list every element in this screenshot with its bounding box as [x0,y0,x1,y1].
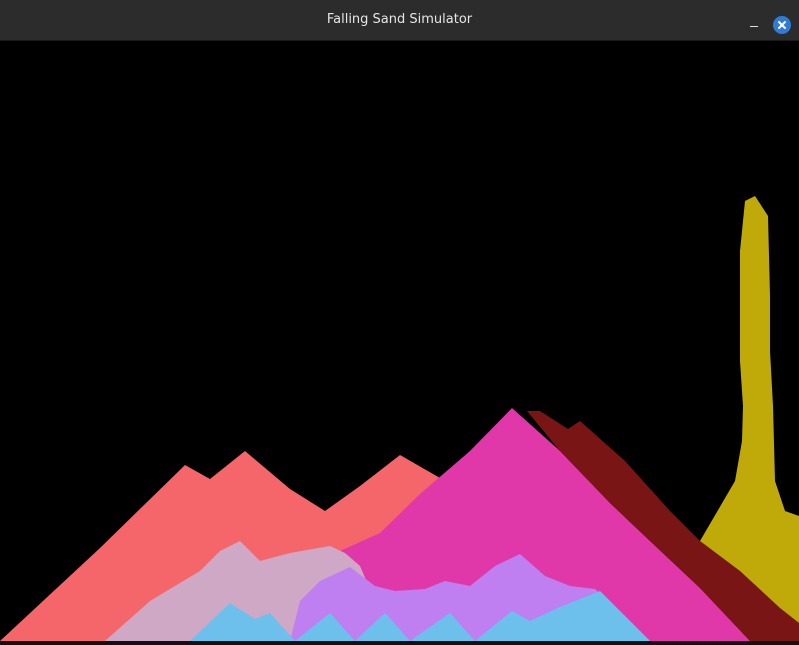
sand-scene [0,196,799,645]
minimize-button[interactable] [744,14,764,34]
window-title: Falling Sand Simulator [326,12,473,27]
title-bar[interactable]: Falling Sand Simulator [0,0,799,41]
canvas-floor [0,641,799,645]
close-icon [778,21,786,29]
minimize-icon [750,26,758,27]
close-button[interactable] [773,16,791,34]
simulation-canvas[interactable] [0,41,799,645]
app-window: Falling Sand Simulator [0,0,799,645]
